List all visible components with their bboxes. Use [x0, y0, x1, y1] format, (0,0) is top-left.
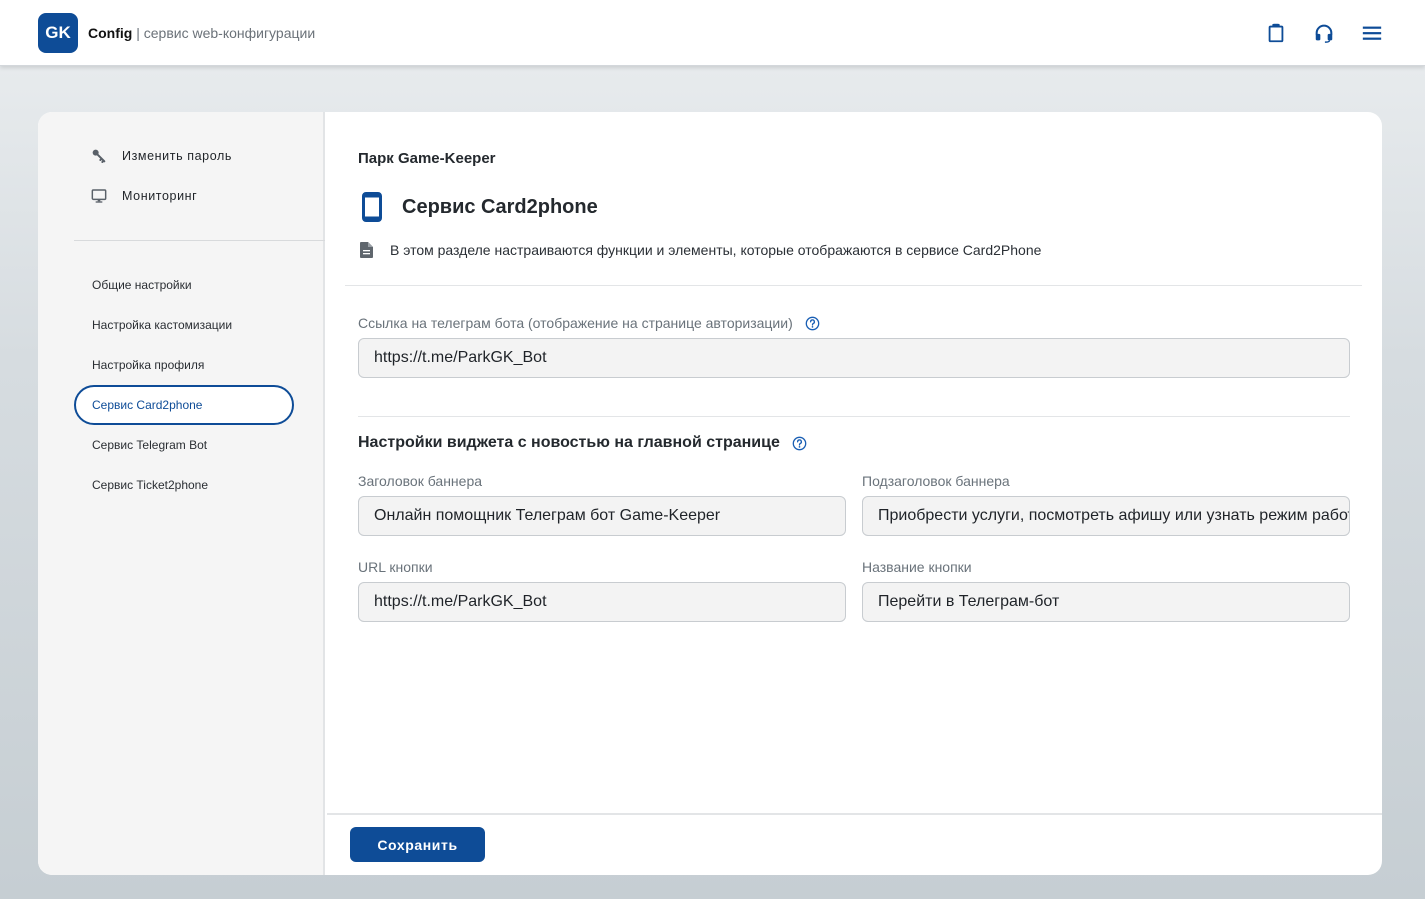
banner-title-label: Заголовок баннера [358, 473, 483, 489]
button-name-input[interactable]: Перейти в Телеграм-бот [862, 582, 1350, 622]
sidebar: Изменить пароль Мониторинг Общие настрой… [38, 112, 325, 875]
sidebar-divider [74, 240, 325, 241]
sidebar-item-general-settings[interactable]: Общие настройки [74, 265, 294, 305]
app-title: Config | сервис web-конфигурации [88, 25, 315, 41]
button-url-label: URL кнопки [358, 559, 433, 575]
top-bar: GK Config | сервис web-конфигурации [0, 0, 1425, 66]
help-icon[interactable] [805, 316, 820, 331]
banner-subtitle-label: Подзаголовок баннера [862, 473, 1010, 489]
app-subtitle: сервис web-конфигурации [143, 25, 316, 41]
button-url-input[interactable]: https://t.me/ParkGK_Bot [358, 582, 846, 622]
main-card: Изменить пароль Мониторинг Общие настрой… [38, 112, 1382, 875]
park-title: Парк Game-Keeper [358, 150, 496, 167]
footer-divider [327, 813, 1382, 815]
button-name-label: Название кнопки [862, 559, 972, 575]
headset-icon[interactable] [1313, 22, 1335, 44]
divider [358, 416, 1350, 417]
save-button[interactable]: Сохранить [350, 827, 485, 862]
sidebar-item-telegram-bot[interactable]: Сервис Telegram Bot [74, 425, 294, 465]
clipboard-icon[interactable] [1265, 22, 1287, 44]
description-text: В этом разделе настраиваются функции и э… [390, 242, 1042, 258]
sidebar-item-ticket2phone[interactable]: Сервис Ticket2phone [74, 465, 294, 505]
sidebar-item-profile-settings[interactable]: Настройка профиля [74, 345, 294, 385]
sidebar-item-monitoring[interactable]: Мониторинг [90, 186, 197, 206]
sidebar-item-change-password[interactable]: Изменить пароль [90, 146, 232, 166]
telegram-link-input[interactable]: https://t.me/ParkGK_Bot [358, 338, 1350, 378]
banner-subtitle-input[interactable]: Приобрести услуги, посмотреть афишу или … [862, 496, 1350, 536]
help-icon[interactable] [792, 436, 807, 451]
section-description: В этом разделе настраиваются функции и э… [360, 242, 1041, 258]
key-icon [90, 147, 108, 165]
smartphone-icon [358, 190, 386, 224]
title-separator: | [132, 25, 144, 41]
app-name: Config [88, 25, 133, 41]
document-icon [360, 242, 374, 258]
sidebar-item-card2phone[interactable]: Сервис Card2phone [74, 385, 294, 425]
menu-icon[interactable] [1361, 22, 1383, 44]
service-header: Сервис Card2phone [358, 190, 598, 224]
sidebar-item-label: Изменить пароль [122, 149, 233, 163]
page-title: Сервис Card2phone [402, 195, 598, 218]
sidebar-item-customization[interactable]: Настройка кастомизации [74, 305, 294, 345]
sidebar-item-label: Мониторинг [122, 189, 198, 203]
divider [345, 285, 1362, 286]
telegram-link-label-text: Ссылка на телеграм бота (отображение на … [358, 315, 793, 331]
content-panel: Парк Game-Keeper Сервис Card2phone В это… [327, 112, 1382, 875]
banner-title-input[interactable]: Онлайн помощник Телеграм бот Game-Keeper [358, 496, 846, 536]
telegram-link-label: Ссылка на телеграм бота (отображение на … [358, 315, 820, 331]
widget-section-title-text: Настройки виджета с новостью на главной … [358, 434, 780, 451]
widget-section-title: Настройки виджета с новостью на главной … [358, 434, 807, 452]
monitor-icon [90, 187, 108, 205]
app-logo[interactable]: GK [38, 13, 78, 53]
